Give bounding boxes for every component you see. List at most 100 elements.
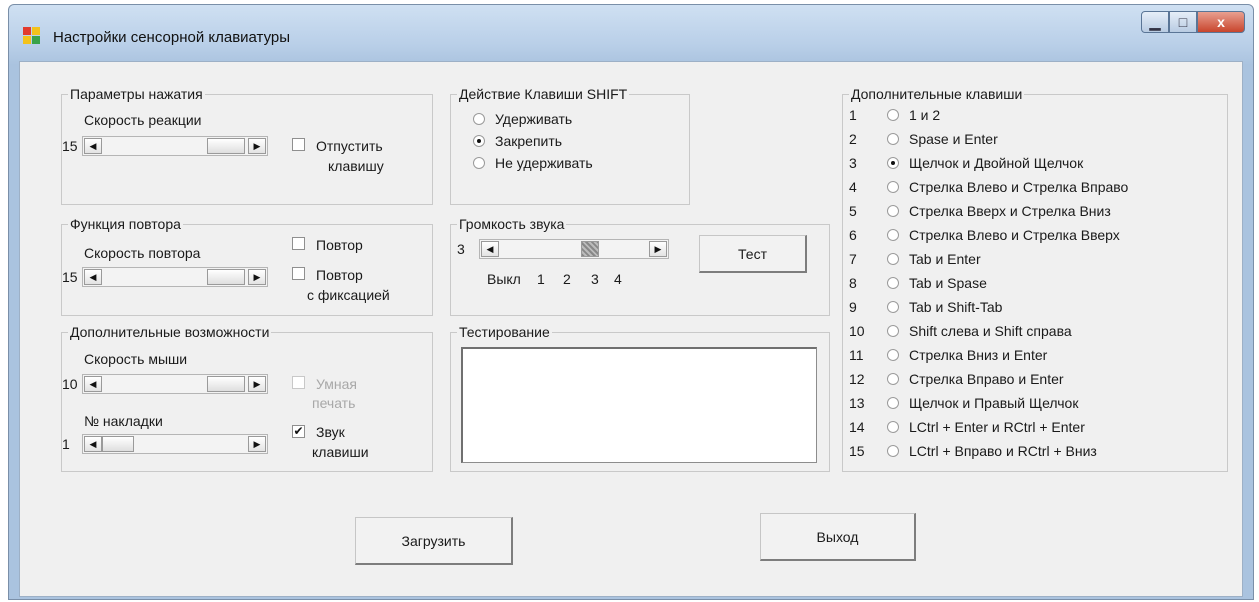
repeat-label: Повтор <box>316 237 363 253</box>
scroll-right-icon[interactable]: ▶ <box>649 241 667 257</box>
shift-option-lock-label: Закрепить <box>495 133 563 149</box>
keys-group: Дополнительные клавиши 1 1 и 2 2 Spase и En… <box>842 86 1228 472</box>
app-window: Настройки сенсорной клавиатуры ▁ □ x Пар… <box>8 4 1254 600</box>
repeat-fix-label-1: Повтор <box>316 267 363 283</box>
key-option-number: 15 <box>849 443 865 459</box>
shift-group: Действие Клавиши SHIFT Удерживать Закреп… <box>450 86 690 205</box>
key-option-number: 1 <box>849 107 857 123</box>
volume-tick-2: 2 <box>563 271 571 287</box>
scroll-right-icon[interactable]: ▶ <box>248 269 266 285</box>
key-option-radio[interactable] <box>887 349 899 361</box>
key-option-radio[interactable] <box>887 253 899 265</box>
key-option-radio[interactable] <box>887 181 899 193</box>
minimize-button[interactable]: ▁ <box>1141 11 1169 33</box>
shift-option-lock-radio[interactable] <box>473 135 485 147</box>
client-area: Параметры нажатия Скорость реакции 15 ◀ … <box>19 61 1243 597</box>
volume-tick-off: Выкл <box>487 271 521 287</box>
shift-group-label: Действие Клавиши SHIFT <box>457 86 630 102</box>
scroll-right-icon[interactable]: ▶ <box>248 436 266 452</box>
key-option-number: 6 <box>849 227 857 243</box>
repeat-fix-label-2: с фиксацией <box>307 287 390 303</box>
shift-option-hold-radio[interactable] <box>473 113 485 125</box>
volume-group: Громкость звука 3 ◀ ▶ Выкл 1 2 3 4 Тест <box>450 216 830 316</box>
scroll-left-icon[interactable]: ◀ <box>84 269 102 285</box>
key-option-label: Tab и Shift-Tab <box>909 299 1003 315</box>
release-key-label-1: Отпустить <box>316 138 383 154</box>
scroll-thumb[interactable] <box>102 436 134 452</box>
key-option-radio[interactable] <box>887 397 899 409</box>
shift-option-nohold-radio[interactable] <box>473 157 485 169</box>
key-option-radio[interactable] <box>887 301 899 313</box>
overlay-number-value: 1 <box>62 436 70 452</box>
scroll-left-icon[interactable]: ◀ <box>84 376 102 392</box>
scroll-thumb[interactable] <box>207 138 245 154</box>
repeat-fix-checkbox[interactable] <box>292 267 305 280</box>
volume-tick-1: 1 <box>537 271 545 287</box>
repeat-group-label: Функция повтора <box>68 216 183 232</box>
scroll-left-icon[interactable]: ◀ <box>84 138 102 154</box>
title-bar[interactable]: Настройки сенсорной клавиатуры ▁ □ x <box>9 5 1253 61</box>
reaction-speed-scrollbar[interactable]: ◀ ▶ <box>82 136 268 156</box>
smart-typing-checkbox <box>292 376 305 389</box>
keys-group-label: Дополнительные клавиши <box>849 86 1025 102</box>
mouse-speed-scrollbar[interactable]: ◀ ▶ <box>82 374 268 394</box>
key-option-radio[interactable] <box>887 445 899 457</box>
key-option-radio[interactable] <box>887 205 899 217</box>
smart-typing-label-2: печать <box>312 395 356 411</box>
key-option-number: 5 <box>849 203 857 219</box>
press-group-label: Параметры нажатия <box>68 86 205 102</box>
overlay-number-scrollbar[interactable]: ◀ ▶ <box>82 434 268 454</box>
key-option-number: 11 <box>849 347 864 363</box>
repeat-speed-label: Скорость повтора <box>84 245 201 261</box>
key-option-label: LCtrl + Вправо и RCtrl + Вниз <box>909 443 1097 459</box>
key-option-radio[interactable] <box>887 421 899 433</box>
test-button[interactable]: Тест <box>699 235 807 273</box>
press-group: Параметры нажатия Скорость реакции 15 ◀ … <box>61 86 433 205</box>
close-button[interactable]: x <box>1197 11 1245 33</box>
key-option-number: 3 <box>849 155 857 171</box>
repeat-checkbox[interactable] <box>292 237 305 250</box>
key-option-radio[interactable] <box>887 157 899 169</box>
repeat-speed-scrollbar[interactable]: ◀ ▶ <box>82 267 268 287</box>
maximize-button[interactable]: □ <box>1169 11 1197 33</box>
key-option-number: 8 <box>849 275 857 291</box>
volume-tick-4: 4 <box>614 271 622 287</box>
key-option-label: Spase и Enter <box>909 131 998 147</box>
key-option-radio[interactable] <box>887 277 899 289</box>
extra-group: Дополнительные возможности Скорость мыши… <box>61 324 433 472</box>
scroll-right-icon[interactable]: ▶ <box>248 376 266 392</box>
volume-tick-3: 3 <box>591 271 599 287</box>
key-option-radio[interactable] <box>887 229 899 241</box>
key-option-label: LCtrl + Enter и RCtrl + Enter <box>909 419 1085 435</box>
key-option-label: Shift слева и Shift справа <box>909 323 1072 339</box>
scroll-left-icon[interactable]: ◀ <box>84 436 102 452</box>
load-button[interactable]: Загрузить <box>355 517 513 565</box>
testing-text-area[interactable] <box>461 347 817 463</box>
key-option-number: 10 <box>849 323 865 339</box>
key-option-radio[interactable] <box>887 109 899 121</box>
volume-scrollbar[interactable]: ◀ ▶ <box>479 239 669 259</box>
shift-option-nohold-label: Не удерживать <box>495 155 593 171</box>
release-key-checkbox[interactable] <box>292 138 305 151</box>
scroll-right-icon[interactable]: ▶ <box>248 138 266 154</box>
key-sound-checkbox[interactable]: ✔ <box>292 425 305 438</box>
key-option-label: Стрелка Вправо и Enter <box>909 371 1064 387</box>
mouse-speed-value: 10 <box>62 376 78 392</box>
scroll-thumb[interactable] <box>207 376 245 392</box>
scroll-left-icon[interactable]: ◀ <box>481 241 499 257</box>
key-option-radio[interactable] <box>887 133 899 145</box>
volume-thumb[interactable] <box>581 241 600 257</box>
shift-option-hold-label: Удерживать <box>495 111 573 127</box>
scroll-thumb[interactable] <box>207 269 245 285</box>
reaction-speed-label: Скорость реакции <box>84 112 202 128</box>
key-option-number: 7 <box>849 251 857 267</box>
key-option-number: 2 <box>849 131 857 147</box>
testing-group-label: Тестирование <box>457 324 552 340</box>
key-option-label: Tab и Enter <box>909 251 981 267</box>
key-option-radio[interactable] <box>887 325 899 337</box>
window-title: Настройки сенсорной клавиатуры <box>53 29 291 46</box>
key-option-number: 9 <box>849 299 857 315</box>
key-sound-label-1: Звук <box>316 424 345 440</box>
exit-button[interactable]: Выход <box>760 513 916 561</box>
key-option-radio[interactable] <box>887 373 899 385</box>
